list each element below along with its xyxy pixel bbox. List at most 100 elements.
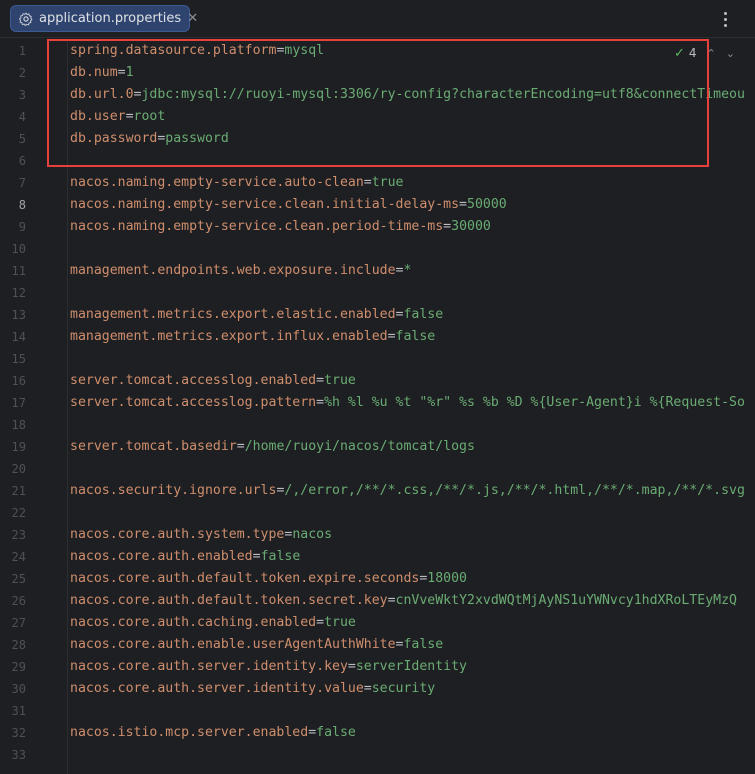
code-line[interactable]: nacos.core.auth.default.token.secret.key… xyxy=(70,590,737,612)
property-key: nacos.naming.empty-service.auto-clean xyxy=(70,175,364,190)
property-value: cnVveWktY2xvdWQtMjAyNS1uYWNvcy1hdXRoLTEy… xyxy=(395,593,737,608)
property-value: nacos xyxy=(292,527,333,542)
line-number: 3 xyxy=(18,88,26,102)
line-number: 21 xyxy=(11,484,26,498)
next-highlight-icon[interactable]: ⌄ xyxy=(726,47,735,60)
property-key: nacos.naming.empty-service.clean.initial… xyxy=(70,197,460,212)
property-key: server.tomcat.basedir xyxy=(70,439,237,454)
line-number: 19 xyxy=(11,440,26,454)
code-line[interactable]: server.tomcat.accesslog.pattern=%h %l %u… xyxy=(70,392,745,414)
property-value: /,/error,/**/*.css,/**/*.js,/**/*.html,/… xyxy=(284,483,745,498)
inspection-count: 4 xyxy=(688,46,697,60)
line-number: 32 xyxy=(11,726,26,740)
code-line[interactable]: nacos.naming.empty-service.auto-clean=tr… xyxy=(70,172,403,194)
code-line[interactable]: nacos.security.ignore.urls=/,/error,/**/… xyxy=(70,480,745,502)
highlight-annotation-box xyxy=(47,39,709,167)
property-key: management.metrics.export.elastic.enable… xyxy=(70,307,396,322)
equals-sign: = xyxy=(363,175,372,190)
code-line[interactable]: nacos.core.auth.system.type=nacos xyxy=(70,524,332,546)
equals-sign: = xyxy=(387,329,396,344)
equals-sign: = xyxy=(236,439,245,454)
line-number: 14 xyxy=(11,330,26,344)
property-key: nacos.core.auth.enable.userAgentAuthWhit… xyxy=(70,637,396,652)
property-value: security xyxy=(371,681,436,696)
property-value: %h %l %u %t "%r" %s %b %D %{User-Agent}i… xyxy=(324,395,745,410)
code-line[interactable]: nacos.core.auth.enabled=false xyxy=(70,546,300,568)
line-number: 28 xyxy=(11,638,26,652)
code-line[interactable]: server.tomcat.accesslog.enabled=true xyxy=(70,370,356,392)
line-number: 29 xyxy=(11,660,26,674)
property-value: * xyxy=(403,263,412,278)
property-value: false xyxy=(403,637,444,652)
editor-tab-bar: application.properties ✕ xyxy=(0,0,755,38)
line-number: 6 xyxy=(18,154,26,168)
code-line[interactable]: management.metrics.export.elastic.enable… xyxy=(70,304,443,326)
line-number: 17 xyxy=(11,396,26,410)
inspection-widget[interactable]: ✓ 4 ⌃ ⌄ xyxy=(674,44,735,62)
code-line[interactable]: nacos.core.auth.server.identity.value=se… xyxy=(70,678,435,700)
equals-sign: = xyxy=(363,681,372,696)
line-number: 13 xyxy=(11,308,26,322)
equals-sign: = xyxy=(308,725,317,740)
equals-sign: = xyxy=(252,549,261,564)
line-number: 22 xyxy=(11,506,26,520)
code-editor[interactable]: 1 2 3 4 5 6 7 8 9 10 11 12 13 14 15 16 17 18 19 20 21 22 23 24 2… xyxy=(0,39,755,774)
property-value: false xyxy=(395,329,436,344)
property-key: nacos.core.auth.default.token.secret.key xyxy=(70,593,388,608)
code-line[interactable]: nacos.core.auth.caching.enabled=true xyxy=(70,612,356,634)
property-value: true xyxy=(371,175,404,190)
code-line[interactable]: server.tomcat.basedir=/home/ruoyi/nacos/… xyxy=(70,436,475,458)
property-value: /home/ruoyi/nacos/tomcat/logs xyxy=(244,439,475,454)
line-number: 9 xyxy=(18,220,26,234)
tab-application-properties[interactable]: application.properties ✕ xyxy=(10,5,198,32)
line-number: 10 xyxy=(11,242,26,256)
line-number: 23 xyxy=(11,528,26,542)
line-number: 26 xyxy=(11,594,26,608)
property-key: nacos.core.auth.system.type xyxy=(70,527,285,542)
property-key: nacos.core.auth.server.identity.value xyxy=(70,681,364,696)
line-number: 30 xyxy=(11,682,26,696)
code-line[interactable]: nacos.core.auth.enable.userAgentAuthWhit… xyxy=(70,634,443,656)
line-number: 24 xyxy=(11,550,26,564)
line-number: 15 xyxy=(11,352,26,366)
check-icon: ✓ xyxy=(674,45,685,61)
property-key: nacos.core.auth.server.identity.key xyxy=(70,659,348,674)
property-value: 50000 xyxy=(467,197,507,212)
line-number: 7 xyxy=(18,176,26,190)
line-number: 27 xyxy=(11,616,26,630)
code-line[interactable]: management.metrics.export.influx.enabled… xyxy=(70,326,435,348)
equals-sign: = xyxy=(459,197,467,212)
property-value: false xyxy=(403,307,444,322)
property-key: server.tomcat.accesslog.pattern xyxy=(70,395,317,410)
equals-sign: = xyxy=(316,615,325,630)
code-line[interactable]: nacos.naming.empty-service.clean.initial… xyxy=(70,194,507,216)
property-value: false xyxy=(316,725,356,740)
line-number: 33 xyxy=(11,748,26,762)
code-line[interactable]: nacos.core.auth.server.identity.key=serv… xyxy=(70,656,467,678)
equals-sign: = xyxy=(443,219,452,234)
code-line[interactable]: nacos.core.auth.default.token.expire.sec… xyxy=(70,568,467,590)
line-number: 4 xyxy=(18,110,26,124)
property-value: true xyxy=(324,615,356,630)
property-key: management.endpoints.web.exposure.includ… xyxy=(70,263,396,278)
more-options-icon[interactable] xyxy=(717,9,733,29)
equals-sign: = xyxy=(387,593,396,608)
line-number: 8 xyxy=(18,198,26,212)
property-value: 18000 xyxy=(427,571,467,586)
line-number: 18 xyxy=(11,418,26,432)
code-line[interactable]: management.endpoints.web.exposure.includ… xyxy=(70,260,411,282)
property-value: serverIdentity xyxy=(355,659,467,674)
equals-sign: = xyxy=(316,395,325,410)
code-line[interactable]: nacos.naming.empty-service.clean.period-… xyxy=(70,216,491,238)
line-number: 12 xyxy=(11,286,26,300)
property-key: nacos.core.auth.default.token.expire.sec… xyxy=(70,571,420,586)
code-line[interactable]: nacos.istio.mcp.server.enabled=false xyxy=(70,722,356,744)
property-key: nacos.core.auth.caching.enabled xyxy=(70,615,317,630)
previous-highlight-icon[interactable]: ⌃ xyxy=(707,47,716,60)
gear-icon xyxy=(19,12,33,26)
close-tab-icon[interactable]: ✕ xyxy=(187,12,198,25)
line-number-gutter: 1 2 3 4 5 6 7 8 9 10 11 12 13 14 15 16 17 18 19 20 21 22 23 24 2… xyxy=(0,39,44,774)
property-key: management.metrics.export.influx.enabled xyxy=(70,329,388,344)
property-key: nacos.core.auth.enabled xyxy=(70,549,253,564)
line-number: 2 xyxy=(18,66,26,80)
